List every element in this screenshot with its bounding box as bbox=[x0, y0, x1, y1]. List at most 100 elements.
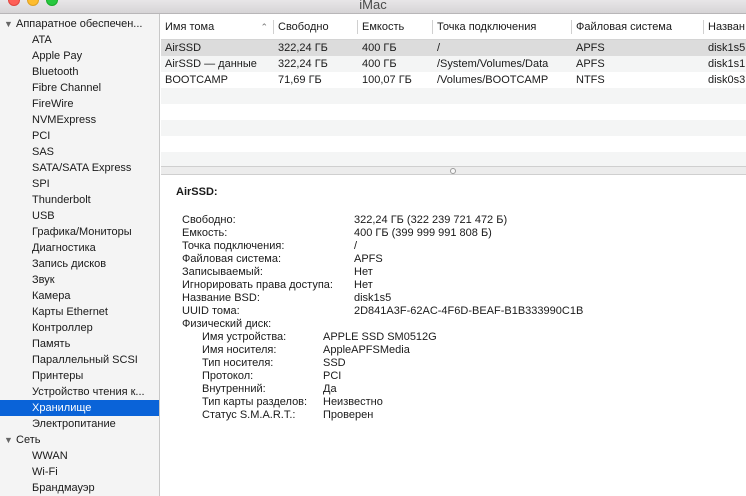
sidebar-item[interactable]: ATA bbox=[0, 32, 159, 48]
column-header[interactable]: Точка подключения bbox=[433, 14, 572, 40]
sidebar-item[interactable]: Bluetooth bbox=[0, 64, 159, 80]
table-cell: disk0s3 bbox=[708, 74, 746, 86]
sidebar-item[interactable]: PCI bbox=[0, 128, 159, 144]
title-bar: iMac bbox=[0, 0, 746, 14]
sidebar-item[interactable]: SAS bbox=[0, 144, 159, 160]
sidebar-item[interactable]: Контроллер bbox=[0, 320, 159, 336]
column-header[interactable]: Емкость bbox=[358, 14, 433, 40]
sidebar-item-label: SAS bbox=[32, 146, 55, 158]
sidebar-item[interactable]: Звук bbox=[0, 272, 159, 288]
physical-disk-field-label: Протокол: bbox=[202, 370, 254, 382]
physical-disk-field-label: Внутренний: bbox=[202, 383, 266, 395]
sidebar-item-label: FireWire bbox=[32, 98, 74, 110]
window-title: iMac bbox=[359, 0, 387, 12]
table-row[interactable]: BOOTCAMP 71,69 ГБ 100,07 ГБ/Volumes/BOOTCA… bbox=[161, 72, 746, 88]
table-row[interactable]: AirSSD — данные 322,24 ГБ 400 ГБ/System/Vo… bbox=[161, 56, 746, 72]
sidebar-item[interactable]: Fibre Channel bbox=[0, 80, 159, 96]
sidebar-item[interactable]: Память bbox=[0, 336, 159, 352]
table-cell: 400 ГБ bbox=[362, 58, 397, 70]
sidebar-item[interactable]: SATA/SATA Express bbox=[0, 160, 159, 176]
detail-field-value: / bbox=[354, 240, 358, 252]
sidebar-item-label: NVMExpress bbox=[32, 114, 97, 126]
sidebar-item[interactable]: Диагностика bbox=[0, 240, 159, 256]
table-cell: 100,07 ГБ bbox=[362, 74, 412, 86]
physical-disk-field-value: Да bbox=[323, 383, 337, 395]
detail-pane: AirSSD: Свободно: 322,24 ГБ (322 239 721 … bbox=[161, 175, 746, 496]
sidebar-item[interactable]: WWAN bbox=[0, 448, 159, 464]
sidebar-item[interactable]: Хранилище bbox=[0, 400, 159, 416]
sidebar-item[interactable]: FireWire bbox=[0, 96, 159, 112]
sidebar-item[interactable]: Графика/Мониторы bbox=[0, 224, 159, 240]
column-header[interactable]: Назван bbox=[704, 14, 746, 40]
sidebar-item-label: Wi-Fi bbox=[32, 466, 58, 478]
disclosure-triangle-icon[interactable]: ▼ bbox=[4, 432, 16, 448]
sidebar-item[interactable]: Запись дисков bbox=[0, 256, 159, 272]
sidebar-item[interactable]: Устройство чтения к... bbox=[0, 384, 159, 400]
detail-field-value: 400 ГБ (399 999 991 808 Б) bbox=[354, 227, 492, 239]
table-row-empty bbox=[161, 152, 746, 166]
sidebar-item-label: PCI bbox=[32, 130, 51, 142]
sidebar-item-label: Apple Pay bbox=[32, 50, 83, 62]
detail-field-value: Нет bbox=[354, 266, 373, 278]
sidebar-item-label: Брандмауэр bbox=[32, 482, 95, 494]
sidebar-item-label: SATA/SATA Express bbox=[32, 162, 132, 174]
physical-disk-field-value: SSD bbox=[323, 357, 346, 369]
detail-field-value: Нет bbox=[354, 279, 373, 291]
table-cell: APFS bbox=[576, 58, 605, 70]
sidebar-item[interactable]: Карты Ethernet bbox=[0, 304, 159, 320]
sidebar-item-label: Диагностика bbox=[32, 242, 96, 254]
pane-splitter[interactable] bbox=[161, 166, 746, 175]
table-row-empty bbox=[161, 104, 746, 120]
sidebar-item[interactable]: Apple Pay bbox=[0, 48, 159, 64]
sidebar-item[interactable]: Параллельный SCSI bbox=[0, 352, 159, 368]
sidebar-item-label: Сеть bbox=[16, 434, 41, 446]
physical-disk-field-value: PCI bbox=[323, 370, 342, 382]
sidebar-item[interactable]: NVMExpress bbox=[0, 112, 159, 128]
table-row-empty bbox=[161, 136, 746, 152]
sidebar-item-label: Аппаратное обеспечен... bbox=[16, 18, 143, 30]
disclosure-triangle-icon[interactable]: ▼ bbox=[4, 16, 16, 32]
sidebar-item-label: Электропитание bbox=[32, 418, 116, 430]
physical-disk-field-label: Имя носителя: bbox=[202, 344, 277, 356]
table-cell: / bbox=[437, 42, 441, 54]
table-cell: disk1s1 bbox=[708, 58, 746, 70]
table-cell: 400 ГБ bbox=[362, 42, 397, 54]
column-header[interactable]: Файловая система bbox=[572, 14, 704, 40]
sidebar-item[interactable]: Брандмауэр bbox=[0, 480, 159, 496]
column-header[interactable]: Свободно bbox=[274, 14, 358, 40]
sidebar-item[interactable]: Thunderbolt bbox=[0, 192, 159, 208]
table-row[interactable]: AirSSD 322,24 ГБ 400 ГБ / APFS disk1s5 bbox=[161, 40, 746, 56]
sidebar-item[interactable]: USB bbox=[0, 208, 159, 224]
sidebar-item-label: Хранилище bbox=[32, 402, 92, 414]
sidebar-item-label: Принтеры bbox=[32, 370, 84, 382]
sidebar[interactable]: ▼ Аппаратное обеспечен... ATA Apple Pay Blue… bbox=[0, 14, 160, 496]
physical-disk-field-value: APPLE SSD SM0512G bbox=[323, 331, 437, 343]
sidebar-item-label: Устройство чтения к... bbox=[32, 386, 145, 398]
sidebar-item[interactable]: Принтеры bbox=[0, 368, 159, 384]
sidebar-item-label: Графика/Мониторы bbox=[32, 226, 132, 238]
detail-field-label: Название BSD: bbox=[182, 292, 260, 304]
sidebar-item[interactable]: SPI bbox=[0, 176, 159, 192]
detail-field-label: Точка подключения: bbox=[182, 240, 285, 252]
sidebar-item-label: Звук bbox=[32, 274, 55, 286]
table-cell: 71,69 ГБ bbox=[278, 74, 322, 86]
sidebar-item[interactable]: Электропитание bbox=[0, 416, 159, 432]
detail-field-label: Игнорировать права доступа: bbox=[182, 279, 333, 291]
sidebar-item[interactable]: ▼ Аппаратное обеспечен... bbox=[0, 16, 159, 32]
physical-disk-field-value: AppleAPFSMedia bbox=[323, 344, 410, 356]
column-header[interactable]: Имя тома ⌃ bbox=[161, 14, 274, 40]
splitter-grip-icon[interactable] bbox=[450, 168, 456, 174]
volumes-table[interactable]: Имя тома ⌃ Свободно Емкость Точка подключени… bbox=[161, 14, 746, 166]
physical-disk-field-label: Статус S.M.A.R.T.: bbox=[202, 409, 296, 421]
detail-field-label: Записываемый: bbox=[182, 266, 263, 278]
sidebar-item[interactable]: ▼ Сеть bbox=[0, 432, 159, 448]
detail-field-value: APFS bbox=[354, 253, 383, 265]
column-header-label: Имя тома bbox=[165, 21, 215, 33]
table-cell: APFS bbox=[576, 42, 605, 54]
sort-ascending-icon: ⌃ bbox=[260, 22, 268, 32]
table-header: Имя тома ⌃ Свободно Емкость Точка подключени… bbox=[161, 14, 746, 40]
sidebar-item[interactable]: Камера bbox=[0, 288, 159, 304]
detail-field-label: Емкость: bbox=[182, 227, 228, 239]
sidebar-item[interactable]: Wi-Fi bbox=[0, 464, 159, 480]
column-header-label: Свободно bbox=[278, 21, 329, 33]
